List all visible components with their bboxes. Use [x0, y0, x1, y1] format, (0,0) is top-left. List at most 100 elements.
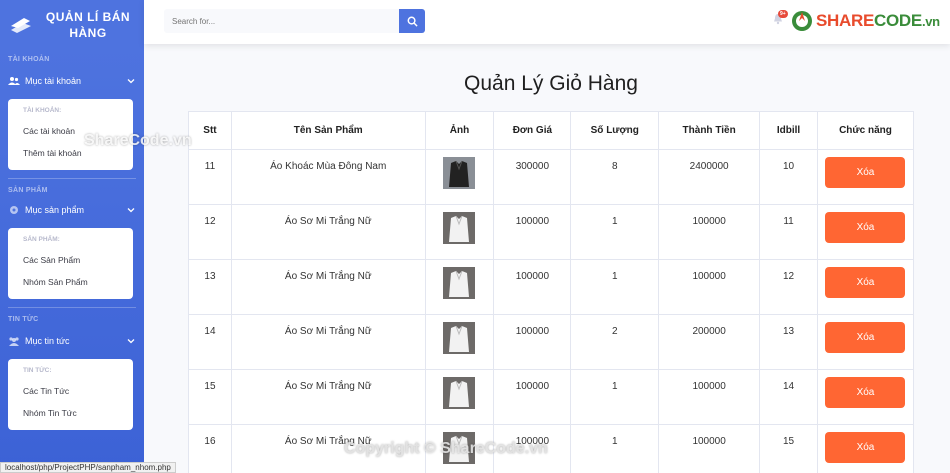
delete-button[interactable]: Xóa [825, 322, 906, 353]
delete-button[interactable]: Xóa [825, 267, 906, 298]
cell-image [424, 149, 495, 205]
cell-actions: Xóa [816, 369, 915, 425]
sidebar-brand[interactable]: QUẢN LÍ BÁN HÀNG [0, 0, 144, 50]
alerts-badge: 9+ [778, 10, 788, 18]
sidebar-heading-news: TIN TỨC [8, 316, 39, 323]
sidebar-heading-accounts: TÀI KHOẢN [8, 56, 50, 63]
sidebar-heading-products: SẢN PHẨM [8, 187, 48, 194]
cell-idbill: 12 [759, 259, 818, 315]
cell-price: 100000 [493, 369, 572, 425]
table-row: 15 Áo Sơ Mi Trắng Nữ 100000 1 100000 14 Xóa [188, 369, 915, 425]
cell-stt: 14 [188, 314, 232, 370]
cell-image [424, 424, 495, 473]
menu-item-products-list[interactable]: Các Sản Phẩm [8, 249, 133, 271]
logo-text-code: CODE [874, 11, 922, 30]
cell-total: 200000 [658, 314, 761, 370]
table-header-row: Stt Tên Sản Phẩm Ảnh Đơn Giá Số Lượng Th… [188, 111, 915, 150]
sharecode-logo: SHARECODE.vn [791, 10, 940, 32]
page-title: Quản Lý Giỏ Hàng [464, 72, 638, 95]
menu-item-accounts-list[interactable]: Các tài khoản [8, 120, 133, 142]
alerts-dropdown[interactable]: 9+ [772, 10, 788, 28]
search-input[interactable] [164, 9, 399, 33]
chevron-down-icon [127, 339, 135, 344]
sidebar-toggle-label: Mục tài khoản [25, 76, 82, 86]
cell-quantity: 1 [570, 369, 660, 425]
table-row: 13 Áo Sơ Mi Trắng Nữ 100000 1 100000 12 Xóa [188, 259, 915, 315]
col-header-product-name: Tên Sản Phẩm [230, 111, 426, 150]
product-thumbnail [443, 212, 476, 244]
cell-price: 100000 [493, 424, 572, 473]
users-icon [9, 337, 19, 346]
cell-actions: Xóa [816, 259, 915, 315]
cell-actions: Xóa [816, 204, 915, 260]
delete-button[interactable]: Xóa [825, 212, 906, 243]
cell-price: 100000 [493, 204, 572, 260]
cell-product-name: Áo Sơ Mi Trắng Nữ [230, 204, 426, 260]
logo-text-share: SHARE [816, 11, 875, 30]
browser-status-url: localhost/php/ProjectPHP/sanpham_nhom.ph… [0, 462, 176, 473]
cell-quantity: 1 [570, 204, 660, 260]
sidebar-toggle-products[interactable]: Mục sản phẩm [0, 198, 144, 222]
cell-quantity: 1 [570, 424, 660, 473]
menu-item-news-list[interactable]: Các Tin Tức [8, 380, 133, 402]
sidebar-toggle-label: Mục tin tức [25, 336, 70, 346]
cell-image [424, 259, 495, 315]
sharecode-logo-icon [792, 11, 812, 31]
cell-idbill: 11 [759, 204, 818, 260]
sidebar-menu-products: SẢN PHẨM: Các Sản Phẩm Nhóm Sản Phẩm [8, 228, 133, 299]
chevron-down-icon [127, 208, 135, 213]
sidebar-menu-accounts: TÀI KHOẢN: Các tài khoản Thêm tài khoản [8, 99, 133, 170]
cell-product-name: Áo Sơ Mi Trắng Nữ [230, 314, 426, 370]
logo-text-domain: .vn [921, 14, 940, 29]
delete-button[interactable]: Xóa [825, 157, 906, 188]
search-icon [407, 16, 418, 27]
cell-actions: Xóa [816, 314, 915, 370]
sidebar-divider [8, 178, 136, 179]
menu-item-product-groups[interactable]: Nhóm Sản Phẩm [8, 271, 133, 293]
cell-image [424, 369, 495, 425]
cell-total: 100000 [658, 204, 761, 260]
sidebar-divider [8, 307, 136, 308]
col-header-image: Ảnh [424, 111, 495, 150]
cell-idbill: 15 [759, 424, 818, 473]
table-row: 16 Áo Sơ Mi Trắng Nữ 100000 1 100000 15 Xóa [188, 424, 915, 473]
cell-idbill: 10 [759, 149, 818, 205]
product-thumbnail [443, 432, 476, 464]
cell-total: 2400000 [658, 149, 761, 205]
cell-stt: 12 [188, 204, 232, 260]
sidebar-toggle-news[interactable]: Mục tin tức [0, 329, 144, 353]
cell-image [424, 314, 495, 370]
col-header-price: Đơn Giá [493, 111, 572, 150]
cell-quantity: 8 [570, 149, 660, 205]
menu-header: TIN TỨC: [23, 367, 52, 374]
delete-button[interactable]: Xóa [825, 432, 906, 463]
cell-stt: 11 [188, 149, 232, 205]
col-header-idbill: Idbill [759, 111, 818, 150]
cell-price: 300000 [493, 149, 572, 205]
cell-product-name: Áo Khoác Mùa Đông Nam [230, 149, 426, 205]
sidebar-toggle-accounts[interactable]: Mục tài khoản [0, 69, 144, 93]
delete-button[interactable]: Xóa [825, 377, 906, 408]
cell-total: 100000 [658, 424, 761, 473]
menu-header: TÀI KHOẢN: [23, 107, 62, 114]
col-header-stt: Stt [188, 111, 232, 150]
menu-header: SẢN PHẨM: [23, 236, 60, 243]
chevron-down-icon [127, 79, 135, 84]
search-form [164, 9, 425, 33]
cell-quantity: 1 [570, 259, 660, 315]
cell-stt: 16 [188, 424, 232, 473]
search-button[interactable] [399, 9, 425, 33]
menu-item-add-account[interactable]: Thêm tài khoản [8, 142, 133, 164]
cell-product-name: Áo Sơ Mi Trắng Nữ [230, 259, 426, 315]
col-header-total: Thành Tiền [658, 111, 761, 150]
cell-idbill: 13 [759, 314, 818, 370]
logo-icon [11, 18, 31, 33]
sidebar-toggle-label: Mục sản phẩm [25, 205, 85, 215]
menu-item-news-groups[interactable]: Nhóm Tin Tức [8, 402, 133, 424]
sidebar-menu-news: TIN TỨC: Các Tin Tức Nhóm Tin Tức [8, 359, 133, 430]
product-thumbnail [443, 267, 476, 299]
product-thumbnail [443, 322, 476, 354]
cell-actions: Xóa [816, 149, 915, 205]
cell-product-name: Áo Sơ Mi Trắng Nữ [230, 369, 426, 425]
product-thumbnail [443, 157, 476, 189]
